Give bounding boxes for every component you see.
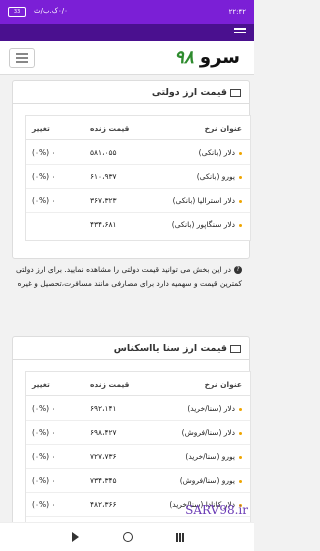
rate-price: ۵۸۱،۰۵۵ xyxy=(90,148,117,157)
table-header: عنوان نرخ قیمت زنده تغییر xyxy=(26,372,250,396)
rate-name: دلار (بانکی) xyxy=(198,148,235,157)
table-row[interactable]: یورو (بانکی) ۶۱۰،۹۳۷ ۰ (۰%) xyxy=(26,164,250,189)
table-row[interactable]: دلار (بانکی) ۵۸۱،۰۵۵ ۰ (۰%) xyxy=(26,140,250,165)
info-note-text: در این بخش می توانید قیمت دولتی را مشاهد… xyxy=(15,265,242,288)
rate-name: دلار استرالیا (بانکی) xyxy=(172,196,235,205)
rate-price: ۴۳۴،۶۸۱ xyxy=(90,220,117,229)
site-header: سرو ۹۸ xyxy=(0,41,254,75)
watermark: SARV98.ir xyxy=(185,503,248,517)
bullet-icon xyxy=(239,455,242,459)
battery-icon: 33 xyxy=(8,7,26,17)
rate-price: ۷۳۴،۳۴۵ xyxy=(90,476,117,485)
rate-name: یورو (سنا/فروش) xyxy=(179,476,235,485)
table-row[interactable]: یورو (سنا/خرید) ۷۲۷،۷۳۶ ۰ (۰%) xyxy=(26,444,250,469)
logo-text: سرو xyxy=(199,47,240,68)
info-note: ?در این بخش می توانید قیمت دولتی را مشاه… xyxy=(12,263,242,291)
rates-table: عنوان نرخ قیمت زنده تغییر دلار (سنا/خرید… xyxy=(25,371,251,544)
rate-change: ۰ (۰%) xyxy=(32,476,56,485)
column-name: عنوان نرخ xyxy=(204,380,242,389)
rate-price: ۶۱۰،۹۳۷ xyxy=(90,172,117,181)
government-rates-card: .قیمت ارز دولتی عنوان نرخ قیمت زنده تغیی… xyxy=(12,80,251,259)
column-change: تغییر xyxy=(32,124,50,133)
rate-price: ۶۹۸،۴۲۷ xyxy=(90,428,117,437)
bullet-icon xyxy=(239,199,242,203)
logo-number: ۹۸ xyxy=(174,47,194,68)
government-title: قیمت ارز دولتی xyxy=(151,87,227,98)
rate-name: دلار (سنا/فروش) xyxy=(181,428,235,437)
network-speed: ۰/۰ک.ب/ث xyxy=(34,7,68,15)
home-icon[interactable] xyxy=(123,532,133,542)
menu-toggle-button[interactable] xyxy=(9,48,35,68)
help-icon: ? xyxy=(234,266,242,274)
money-icon: . xyxy=(230,344,241,353)
bullet-icon xyxy=(239,175,242,179)
card-title: .قیمت ارز سنا یااسکناس xyxy=(114,343,241,354)
rates-table: عنوان نرخ قیمت زنده تغییر دلار (بانکی) ۵… xyxy=(25,115,251,241)
card-title: .قیمت ارز دولتی xyxy=(152,87,241,98)
rate-name: دلار سنگاپور (بانکی) xyxy=(171,220,235,229)
divider xyxy=(13,103,249,104)
bullet-icon xyxy=(239,479,242,483)
rate-change: ۰ (۰%) xyxy=(32,404,56,413)
rate-change: ۰ (۰%) xyxy=(32,428,56,437)
table-row[interactable]: دلار استرالیا (بانکی) ۳۶۷،۳۲۳ ۰ (۰%) xyxy=(26,188,250,213)
table-row[interactable]: دلار (سنا/خرید) ۶۹۲،۱۴۱ ۰ (۰%) xyxy=(26,396,250,421)
rate-name: دلار (سنا/خرید) xyxy=(187,404,235,413)
bullet-icon xyxy=(239,223,242,227)
table-row[interactable]: یورو (سنا/فروش) ۷۳۴،۳۴۵ ۰ (۰%) xyxy=(26,468,250,493)
column-price: قیمت زنده xyxy=(90,380,130,389)
rate-name: یورو (بانکی) xyxy=(196,172,235,181)
rate-change: ۰ (۰%) xyxy=(32,172,56,181)
sana-title: قیمت ارز سنا یااسکناس xyxy=(113,343,227,354)
rate-name: یورو (سنا/خرید) xyxy=(185,452,235,461)
rate-price: ۳۶۷،۳۲۳ xyxy=(90,196,117,205)
column-change: تغییر xyxy=(32,380,50,389)
divider xyxy=(13,359,249,360)
bullet-icon xyxy=(239,151,242,155)
column-price: قیمت زنده xyxy=(90,124,130,133)
column-name: عنوان نرخ xyxy=(204,124,242,133)
clock: ۲۲:۴۲ xyxy=(228,8,246,16)
recent-apps-icon[interactable] xyxy=(176,533,178,542)
rate-change: ۰ (۰%) xyxy=(32,148,56,157)
status-bar: 33 ۰/۰ک.ب/ث ۲۲:۴۲ xyxy=(0,0,254,24)
bullet-icon xyxy=(239,407,242,411)
back-icon[interactable] xyxy=(72,532,79,542)
hamburger-icon[interactable] xyxy=(234,28,246,35)
rate-price: ۷۲۷،۷۳۶ xyxy=(90,452,117,461)
site-logo[interactable]: سرو ۹۸ xyxy=(174,47,240,68)
rate-price: ۶۹۲،۱۴۱ xyxy=(90,404,117,413)
rate-price: ۴۸۲،۳۶۶ xyxy=(90,500,117,509)
table-header: عنوان نرخ قیمت زنده تغییر xyxy=(26,116,250,140)
rate-change: ۰ (۰%) xyxy=(32,452,56,461)
system-nav-bar xyxy=(0,522,254,551)
app-bar xyxy=(0,24,254,41)
table-row[interactable]: دلار سنگاپور (بانکی) ۴۳۴،۶۸۱ xyxy=(26,212,250,236)
rate-change: ۰ (۰%) xyxy=(32,196,56,205)
money-icon: . xyxy=(230,88,241,97)
bullet-icon xyxy=(239,431,242,435)
table-row[interactable]: دلار (سنا/فروش) ۶۹۸،۴۲۷ ۰ (۰%) xyxy=(26,420,250,445)
rate-change: ۰ (۰%) xyxy=(32,500,56,509)
